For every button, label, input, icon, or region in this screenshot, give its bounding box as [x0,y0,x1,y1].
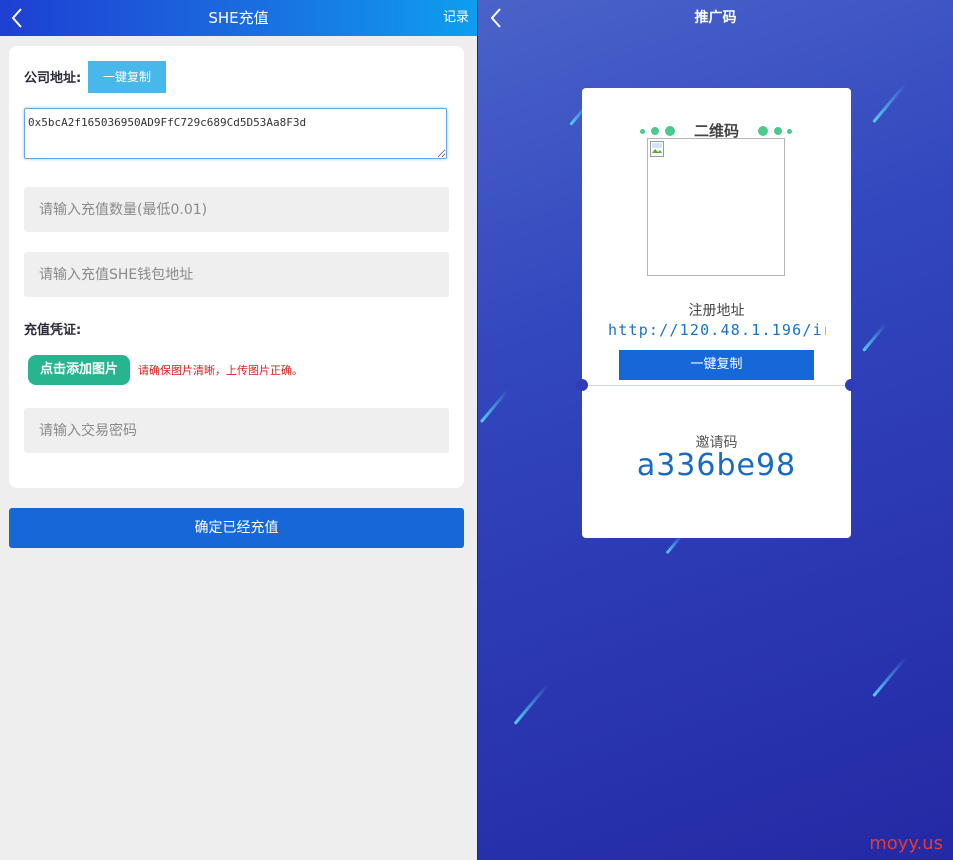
register-url: http://120.48.1.196/ir [608,321,826,339]
promo-code-screen: 推广码 二维码 注册地址 http://120.48.1.196/ir 一键复制… [478,0,953,860]
decor-dot [758,126,768,136]
company-address-label: 公司地址: [24,71,82,86]
watermark: moyy.us [869,833,943,854]
trade-password-input[interactable] [24,408,449,453]
amount-input[interactable] [24,187,449,232]
card-notch-left [576,379,588,391]
voucher-label: 充值凭证: [24,323,82,338]
card-notch-right [845,379,857,391]
qr-code-image [647,138,785,276]
recharge-screen: SHE充值 记录 公司地址: 一键复制 0x5bcA2f165036950AD9… [0,0,477,860]
qr-title-row: 二维码 [582,120,851,140]
decor-streak [872,656,907,698]
decor-dot [774,127,782,135]
decor-streak [513,683,550,725]
recharge-header: SHE充值 记录 [0,0,477,36]
page-title: SHE充值 [208,9,269,27]
invite-code: a336be98 [636,448,797,483]
decor-streak [862,323,887,352]
confirm-recharge-button[interactable]: 确定已经充值 [9,508,464,548]
broken-image-icon [650,141,664,157]
page-title: 推广码 [694,10,737,26]
copy-link-button[interactable]: 一键复制 [619,350,814,380]
wallet-address-input[interactable] [24,252,449,297]
image-hint: 请确保图片清晰，上传图片正确。 [138,364,303,377]
card-separator [582,385,851,386]
register-label: 注册地址 [688,303,745,319]
record-link[interactable]: 记录 [443,6,469,25]
recharge-form-card: 公司地址: 一键复制 0x5bcA2f165036950AD9FfC729c68… [9,46,464,488]
decor-dot [787,129,792,134]
add-image-button[interactable]: 点击添加图片 [28,355,130,385]
promo-card: 二维码 注册地址 http://120.48.1.196/ir 一键复制 邀请码… [576,88,857,538]
company-address-field[interactable]: 0x5bcA2f165036950AD9FfC729c689Cd5D53Aa8F… [24,108,447,159]
decor-streak [479,388,510,424]
decor-streak [872,82,907,124]
copy-address-button[interactable]: 一键复制 [88,61,166,93]
